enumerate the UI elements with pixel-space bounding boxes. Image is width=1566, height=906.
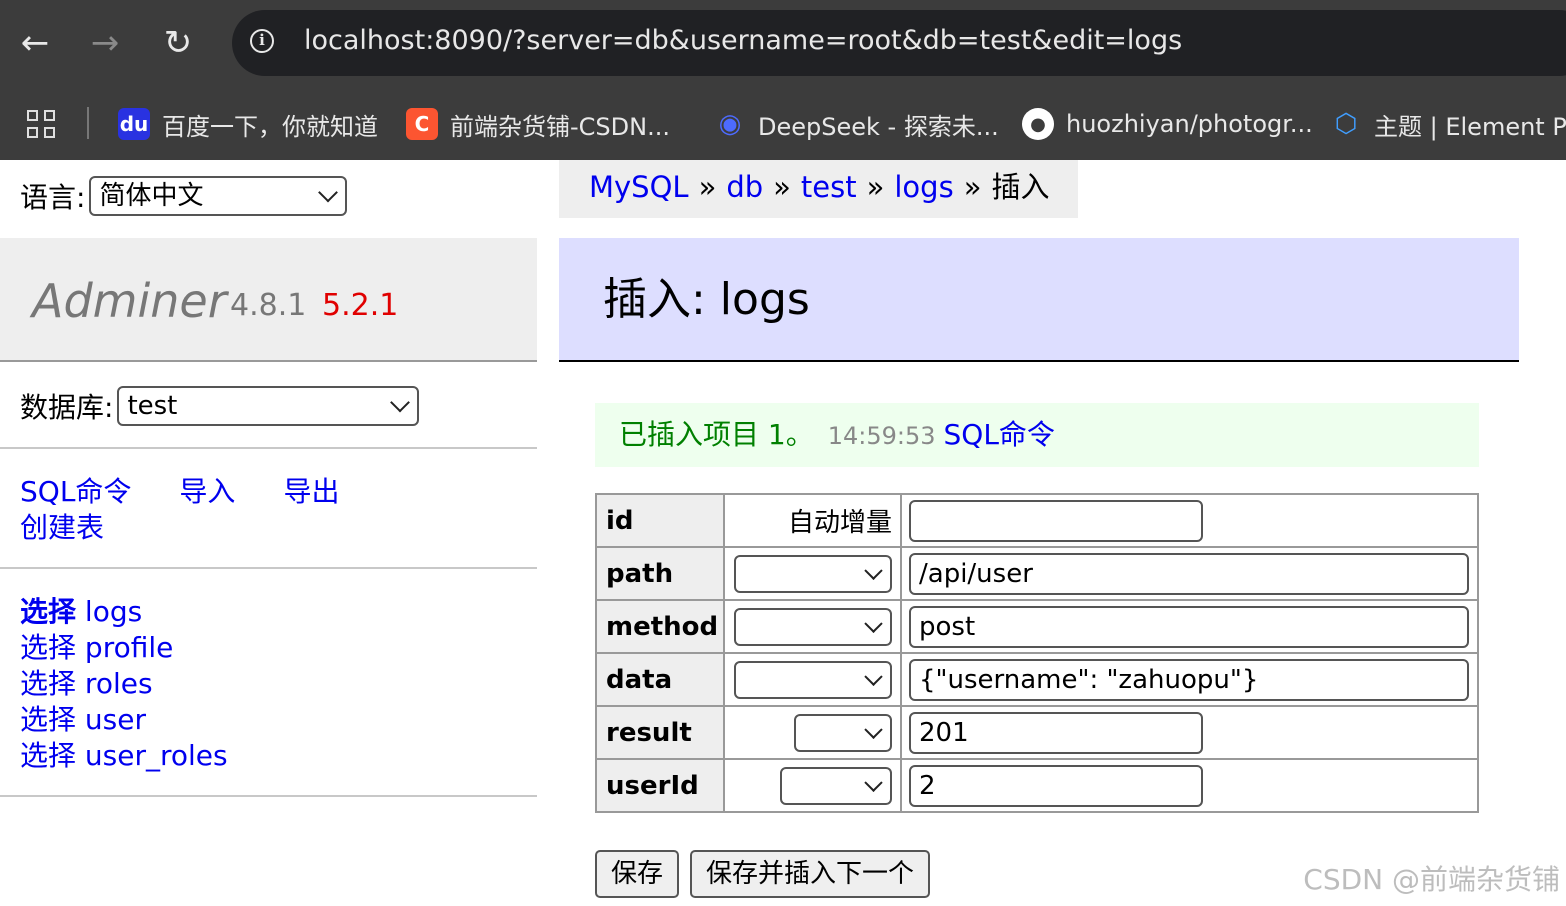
version-number: 4.8.1 (230, 288, 307, 323)
input-path[interactable]: /api/user (909, 552, 1469, 595)
chevron-down-icon (390, 392, 411, 413)
database-picker: 数据库: test (20, 386, 420, 426)
form-actions: 保存 保存并插入下一个 (595, 850, 941, 898)
chevron-down-icon (318, 182, 339, 203)
function-auto-increment: 自动增量 (723, 493, 902, 548)
browser-toolbar: ← → ↻ i localhost:8090/?server=db&userna… (0, 0, 1566, 86)
function-select-userid[interactable] (780, 766, 892, 805)
breadcrumb-test[interactable]: test (801, 170, 857, 204)
table-row: result 201 (595, 705, 1479, 760)
divider (0, 447, 537, 449)
bookmark-deepseek[interactable]: ◉ DeepSeek - 探索未... (714, 104, 999, 144)
watermark: CSDN @前端杂货铺 (1303, 863, 1560, 896)
function-select-result[interactable] (794, 713, 892, 752)
element-plus-icon: ⬡ (1334, 109, 1358, 139)
field-name-id: id (595, 493, 725, 548)
chevron-down-icon (864, 773, 883, 792)
field-name-result: result (595, 705, 725, 760)
csdn-icon: C (406, 108, 438, 140)
input-result[interactable]: 201 (909, 711, 1203, 754)
bookmark-github[interactable]: ● huozhiyan/photogr... (1022, 104, 1313, 144)
back-icon[interactable]: ← (10, 18, 60, 68)
breadcrumb: MySQL» db» test» logs» 插入 (559, 160, 1078, 218)
bookmark-csdn[interactable]: C 前端杂货铺-CSDN... (406, 104, 670, 144)
language-picker: 语言: 简体中文 (20, 176, 348, 216)
breadcrumb-logs[interactable]: logs (894, 170, 953, 204)
message-text: 已插入项目 1。 (619, 418, 814, 451)
success-message: 已插入项目 1。 14:59:53 SQL命令 (595, 403, 1479, 467)
language-select[interactable]: 简体中文 (89, 176, 348, 216)
save-button[interactable]: 保存 (595, 850, 680, 898)
save-and-insert-next-button[interactable]: 保存并插入下一个 (690, 850, 931, 898)
apps-grid-icon[interactable] (27, 110, 57, 140)
bookmark-baidu[interactable]: du 百度一下，你就知道 (118, 104, 378, 144)
chevron-down-icon (864, 720, 883, 739)
chevron-down-icon (864, 667, 883, 686)
message-time: 14:59:53 (827, 422, 936, 450)
database-label: 数据库: (20, 391, 114, 424)
divider (0, 567, 537, 569)
chevron-down-icon (864, 614, 883, 633)
field-name-userid: userId (595, 758, 725, 813)
adminer-brand: Adminer 4.8.1 5.2.1 (0, 238, 537, 362)
function-select-path[interactable] (734, 554, 892, 593)
bookmarks-separator (87, 107, 89, 139)
table-row: data {"username": "zahuopu"} (595, 652, 1479, 707)
reload-icon[interactable]: ↻ (153, 18, 203, 68)
table-list: 选择 logs 选择 profile 选择 roles 选择 user 选择 u… (20, 594, 228, 774)
breadcrumb-db[interactable]: db (726, 170, 763, 204)
site-info-icon[interactable]: i (250, 29, 274, 53)
language-label: 语言: (20, 181, 86, 214)
brand-name[interactable]: Adminer (32, 274, 227, 328)
function-select-data[interactable] (734, 660, 892, 699)
database-select[interactable]: test (117, 386, 420, 426)
table-row: path /api/user (595, 546, 1479, 601)
table-item-user[interactable]: 选择 user (20, 702, 228, 738)
forward-icon[interactable]: → (80, 18, 130, 68)
table-row: method post (595, 599, 1479, 654)
message-sql-link[interactable]: SQL命令 (944, 418, 1055, 451)
chevron-down-icon (864, 561, 883, 580)
input-id[interactable] (909, 499, 1203, 542)
table-row: userId 2 (595, 758, 1479, 813)
field-name-path: path (595, 546, 725, 601)
table-row: id 自动增量 (595, 493, 1479, 548)
table-item-logs[interactable]: 选择 logs (20, 594, 228, 630)
page-title: 插入: logs (603, 274, 810, 325)
page-heading: 插入: logs (559, 238, 1519, 362)
edit-form-table: id 自动增量 path /api/user method post data … (595, 493, 1479, 813)
input-method[interactable]: post (909, 605, 1469, 648)
new-version-link[interactable]: 5.2.1 (322, 288, 398, 323)
baidu-icon: du (118, 108, 150, 140)
export-link[interactable]: 导出 (283, 475, 339, 508)
sql-command-link[interactable]: SQL命令 (20, 475, 131, 508)
breadcrumb-mysql[interactable]: MySQL (589, 170, 689, 204)
table-item-profile[interactable]: 选择 profile (20, 630, 228, 666)
github-icon: ● (1022, 108, 1054, 140)
create-table-link[interactable]: 创建表 (20, 510, 387, 546)
table-item-roles[interactable]: 选择 roles (20, 666, 228, 702)
url-text[interactable]: localhost:8090/?server=db&username=root&… (304, 25, 1182, 56)
address-bar[interactable]: i localhost:8090/?server=db&username=roo… (232, 10, 1566, 76)
input-userid[interactable]: 2 (909, 764, 1203, 807)
input-data[interactable]: {"username": "zahuopu"} (909, 658, 1469, 701)
table-item-user-roles[interactable]: 选择 user_roles (20, 738, 228, 774)
bookmark-element-plus[interactable]: ⬡ 主题 | Element Plu (1330, 104, 1566, 144)
divider (0, 795, 537, 797)
deepseek-icon: ◉ (718, 109, 742, 139)
command-links: SQL命令 导入 导出 创建表 (20, 474, 387, 546)
import-link[interactable]: 导入 (179, 475, 235, 508)
field-name-data: data (595, 652, 725, 707)
field-name-method: method (595, 599, 725, 654)
breadcrumb-current: 插入 (991, 170, 1050, 204)
function-select-method[interactable] (734, 607, 892, 646)
